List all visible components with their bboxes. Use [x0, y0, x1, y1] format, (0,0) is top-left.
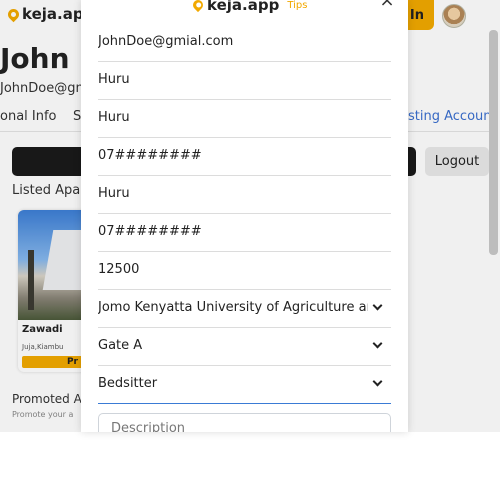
chevron-down-icon — [372, 376, 383, 387]
location-field[interactable]: Huru — [98, 62, 391, 100]
alt-phone-field-value: 07######## — [98, 224, 202, 239]
close-icon[interactable]: × — [378, 0, 396, 10]
area-field-value: Huru — [98, 110, 130, 125]
phone-field-value: 07######## — [98, 148, 202, 163]
gate-select-value: Gate A — [98, 338, 143, 353]
estate-field[interactable]: Huru — [98, 176, 391, 214]
price-field[interactable]: 12500 — [98, 252, 391, 290]
phone-field[interactable]: 07######## — [98, 138, 391, 176]
edit-apartment-modal: keja.app Tips × JohnDoe@gmial.com Huru H… — [81, 0, 408, 432]
price-field-value: 12500 — [98, 262, 140, 277]
modal-header: keja.app Tips × — [81, 0, 408, 20]
university-select-value: Jomo Kenyatta University of Agriculture … — [98, 300, 368, 315]
house-type-select[interactable]: Bedsitter — [98, 366, 391, 404]
location-field-value: Huru — [98, 72, 130, 87]
description-placeholder: Description — [111, 421, 186, 432]
tips-link[interactable]: Tips — [287, 0, 307, 11]
area-field[interactable]: Huru — [98, 100, 391, 138]
description-textarea[interactable]: Description — [98, 413, 391, 432]
house-type-select-value: Bedsitter — [98, 376, 158, 391]
modal-logo: keja.app Tips — [190, 0, 307, 14]
university-select[interactable]: Jomo Kenyatta University of Agriculture … — [98, 290, 391, 328]
location-pin-icon — [190, 0, 206, 13]
email-field-value: JohnDoe@gmial.com — [98, 34, 234, 49]
modal-logo-text: keja.app — [207, 0, 280, 14]
estate-field-value: Huru — [98, 186, 130, 201]
chevron-down-icon — [372, 338, 383, 349]
email-field[interactable]: JohnDoe@gmial.com — [98, 24, 391, 62]
gate-select[interactable]: Gate A — [98, 328, 391, 366]
chevron-down-icon — [372, 300, 383, 311]
alt-phone-field[interactable]: 07######## — [98, 214, 391, 252]
